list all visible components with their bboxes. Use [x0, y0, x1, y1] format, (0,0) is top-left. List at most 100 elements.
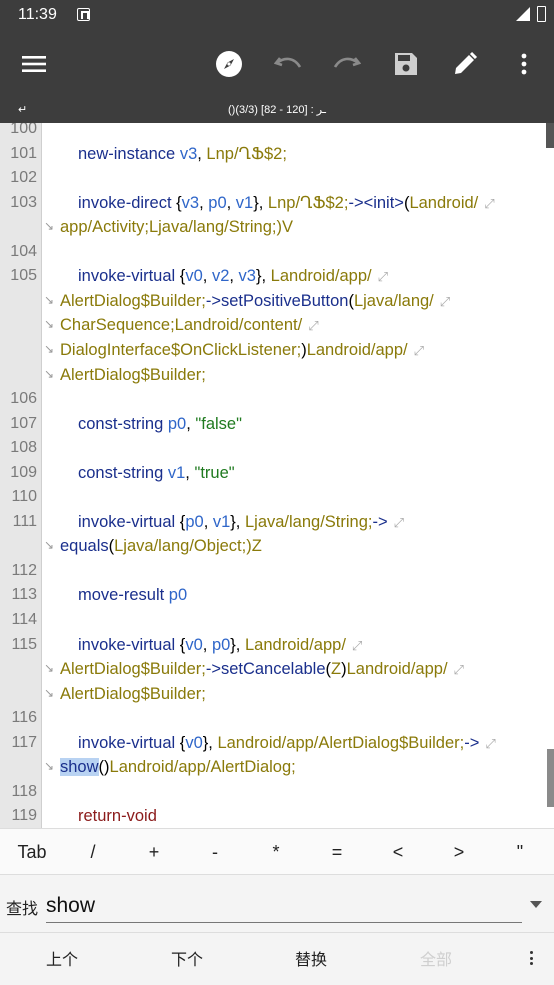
code-text: AlertDialog$Builder;->setPositiveButton(… — [60, 289, 450, 314]
code-token: Lnp/ՂՖ$2; — [201, 144, 287, 163]
find-previous-button[interactable]: 上个 — [22, 933, 102, 985]
code-text: AlertDialog$Builder; — [60, 682, 206, 706]
code-token: AlertDialog$Builder; — [60, 365, 206, 384]
code-token: invoke-virtual — [78, 733, 176, 752]
code-line-continuation[interactable]: ↘ show()Landroid/app/AlertDialog; — [0, 755, 554, 780]
code-text: move-result p0 — [78, 583, 187, 607]
code-line[interactable]: 109 const-string v1, "true" — [0, 461, 554, 486]
status-bar: 11:39 — [0, 0, 554, 31]
code-token: Ljava/lang/String; — [240, 512, 373, 531]
find-next-button[interactable]: 下个 — [147, 933, 227, 985]
wrap-icon: ⤢ — [308, 318, 319, 334]
code-token: "false" — [190, 414, 242, 433]
code-line[interactable]: 112 — [0, 559, 554, 584]
find-bar: 查找 — [0, 874, 554, 932]
code-line-continuation[interactable]: ↘ AlertDialog$Builder; — [0, 363, 554, 388]
signal-icon — [516, 7, 530, 21]
symbol-key-greater-than[interactable]: > — [439, 829, 479, 875]
code-token: { — [171, 193, 182, 212]
code-line[interactable]: 113 move-result p0 — [0, 583, 554, 608]
symbol-key-plus[interactable]: + — [134, 829, 174, 875]
code-line[interactable]: 106 — [0, 387, 554, 412]
code-line[interactable]: 114 — [0, 608, 554, 633]
undo-icon[interactable] — [266, 31, 310, 97]
code-line[interactable]: 104 — [0, 240, 554, 265]
code-line[interactable]: 108 — [0, 436, 554, 461]
find-input[interactable] — [46, 889, 522, 923]
code-token: Landroid/app/AlertDialog$Builder; — [212, 733, 465, 752]
code-line[interactable]: 107 const-string p0, "false" — [0, 412, 554, 437]
battery-icon — [537, 6, 546, 22]
code-line[interactable]: 102 — [0, 166, 554, 191]
code-text: equals(Ljava/lang/Object;)Z — [60, 534, 262, 558]
code-text: invoke-virtual {v0}, Landroid/app/AlertD… — [78, 731, 496, 756]
line-number: 107 — [10, 414, 37, 432]
menu-icon[interactable] — [13, 31, 57, 97]
line-number: 111 — [12, 512, 37, 530]
scrollbar-top-thumb[interactable] — [546, 123, 554, 148]
code-text: DialogInterface$OnClickListener;)Landroi… — [60, 338, 424, 363]
code-text: show()Landroid/app/AlertDialog; — [60, 755, 296, 779]
symbol-key-less-than[interactable]: < — [378, 829, 418, 875]
replace-button[interactable]: 替换 — [271, 933, 351, 985]
code-token: invoke-virtual — [78, 635, 176, 654]
find-history-dropdown-icon[interactable] — [530, 901, 542, 908]
wrap-icon: ⤢ — [351, 637, 363, 653]
symbol-key-tab[interactable]: Tab — [12, 829, 52, 875]
code-line[interactable]: 111 invoke-virtual {p0, v1}, Ljava/lang/S… — [0, 510, 554, 535]
code-token: Ljava/lang/Object; — [114, 537, 247, 556]
compass-icon[interactable] — [207, 31, 251, 97]
symbol-key-quote[interactable]: " — [500, 829, 540, 875]
replace-all-button[interactable]: 全部 — [396, 933, 476, 985]
wrap-icon: ⤢ — [484, 195, 495, 211]
code-token: const-string — [78, 463, 164, 482]
code-line-continuation[interactable]: ↘ DialogInterface$OnClickListener;)Landro… — [0, 338, 554, 363]
code-token: p0 — [211, 635, 231, 654]
code-line[interactable]: 105 invoke-virtual {v0, v2, v3}, Landroid… — [0, 264, 554, 289]
code-token: Z — [331, 660, 342, 679]
code-line-continuation[interactable]: ↘ AlertDialog$Builder;->setPositiveButton… — [0, 289, 554, 314]
redo-icon[interactable] — [325, 31, 369, 97]
code-token: Landroid/ — [409, 193, 479, 212]
code-line-continuation[interactable]: ↘ AlertDialog$Builder;->setCancelable(Z)L… — [0, 657, 554, 682]
line-number: 100 — [10, 123, 37, 137]
scrollbar-thumb[interactable] — [547, 749, 554, 807]
wrap-continuation-icon: ↘ — [44, 341, 55, 356]
code-line[interactable]: 115 invoke-virtual {v0, p0}, Landroid/app… — [0, 633, 554, 658]
code-token: ->setCancelable — [205, 660, 326, 679]
code-token: new-instance — [78, 144, 176, 163]
code-line[interactable]: 118 — [0, 780, 554, 805]
code-line-continuation[interactable]: ↘ equals(Ljava/lang/Object;)Z — [0, 534, 554, 559]
line-number: 102 — [10, 169, 37, 187]
code-line[interactable]: 117 invoke-virtual {v0}, Landroid/app/Ale… — [0, 731, 554, 756]
code-token: DialogInterface$OnClickListener; — [60, 340, 302, 359]
code-token: Lnp/ՂՖ$2; — [263, 193, 349, 212]
code-line[interactable]: 101 new-instance v3, Lnp/ՂՖ$2; — [0, 142, 554, 167]
more-options-icon[interactable] — [502, 31, 546, 97]
code-line-continuation[interactable]: ↘ AlertDialog$Builder; — [0, 682, 554, 707]
code-line[interactable]: 116 — [0, 706, 554, 731]
symbol-key-slash[interactable]: / — [73, 829, 113, 875]
find-actions: 上个 下个 替换 全部 — [0, 932, 554, 985]
code-line[interactable]: 119 return-void — [0, 804, 554, 828]
code-line[interactable]: 100 — [0, 123, 554, 142]
symbol-key-asterisk[interactable]: * — [256, 829, 296, 875]
code-token: Ljava/lang/ — [353, 291, 434, 310]
code-line-continuation[interactable]: ↘ app/Activity;Ljava/lang/String;)V — [0, 215, 554, 240]
code-token: invoke-virtual — [78, 512, 176, 531]
code-token: v1 — [163, 463, 186, 482]
code-token: v1 — [212, 512, 231, 531]
code-line[interactable]: 110 — [0, 485, 554, 510]
line-number: 114 — [11, 611, 37, 628]
more-actions-icon[interactable] — [530, 951, 534, 967]
save-icon[interactable] — [384, 31, 428, 97]
wrap-icon: ⤢ — [439, 293, 451, 309]
code-editor[interactable]: 100 101 new-instance v3, Lnp/ՂՖ$2; 102 103 in… — [0, 123, 554, 828]
symbol-key-minus[interactable]: - — [195, 829, 235, 875]
symbol-key-equals[interactable]: = — [317, 829, 357, 875]
code-line-continuation[interactable]: ↘ CharSequence;Landroid/content/ ⤢ — [0, 313, 554, 338]
edit-icon[interactable] — [443, 31, 487, 97]
code-token: v1 — [235, 193, 254, 212]
code-line[interactable]: 103 invoke-direct {v3, p0, v1}, Lnp/ՂՖ$2;… — [0, 191, 554, 216]
code-token: AlertDialog$Builder; — [60, 291, 206, 310]
